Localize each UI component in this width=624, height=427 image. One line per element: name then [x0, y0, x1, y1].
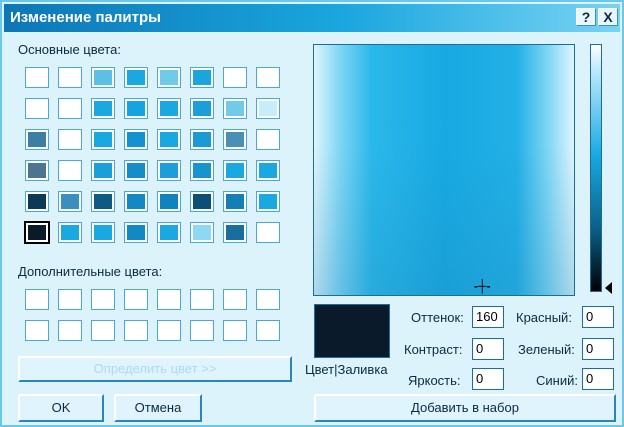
custom-color-swatch[interactable]: [25, 289, 49, 310]
basic-color-swatch[interactable]: [124, 191, 148, 212]
basic-color-swatch[interactable]: [223, 222, 247, 243]
custom-color-swatch[interactable]: [256, 320, 280, 341]
basic-color-swatch[interactable]: [256, 222, 280, 243]
basic-color-swatch[interactable]: [25, 191, 49, 212]
basic-color-swatch[interactable]: [124, 67, 148, 88]
custom-color-swatch[interactable]: [190, 289, 214, 310]
basic-color-swatch[interactable]: [124, 129, 148, 150]
basic-color-swatch[interactable]: [256, 191, 280, 212]
custom-color-swatch[interactable]: [58, 289, 82, 310]
basic-color-swatch[interactable]: [190, 222, 214, 243]
basic-color-swatch[interactable]: [157, 67, 181, 88]
red-label: Красный:: [516, 310, 572, 325]
lum-label: Яркость:: [408, 373, 461, 388]
basic-color-swatch[interactable]: [124, 222, 148, 243]
basic-color-swatch[interactable]: [190, 129, 214, 150]
basic-color-swatch[interactable]: [25, 67, 49, 88]
basic-color-swatch[interactable]: [157, 129, 181, 150]
color-preview: [314, 304, 390, 358]
custom-color-swatch[interactable]: [256, 289, 280, 310]
basic-color-swatch[interactable]: [58, 67, 82, 88]
basic-color-swatch[interactable]: [24, 221, 50, 244]
green-label: Зеленый:: [518, 342, 575, 357]
basic-color-swatch[interactable]: [124, 98, 148, 119]
sat-field[interactable]: 0: [472, 338, 504, 360]
sat-label: Контраст:: [404, 342, 463, 357]
basic-color-swatch[interactable]: [256, 67, 280, 88]
add-to-custom-colors-button[interactable]: Добавить в набор: [314, 394, 616, 422]
basic-color-swatch[interactable]: [58, 160, 82, 181]
basic-color-swatch[interactable]: [91, 222, 115, 243]
custom-color-swatch[interactable]: [223, 289, 247, 310]
crosshair-icon: -┼-: [474, 279, 491, 293]
custom-color-swatch[interactable]: [157, 289, 181, 310]
color-spectrum[interactable]: -┼-: [313, 44, 575, 296]
basic-color-swatch[interactable]: [223, 191, 247, 212]
basic-color-swatch[interactable]: [223, 67, 247, 88]
basic-color-swatch[interactable]: [223, 98, 247, 119]
define-custom-colors-button: Определить цвет >>: [18, 356, 292, 382]
basic-color-swatch[interactable]: [91, 98, 115, 119]
luminosity-slider[interactable]: [590, 44, 602, 292]
custom-color-swatch[interactable]: [124, 320, 148, 341]
basic-color-swatch[interactable]: [256, 160, 280, 181]
blue-field[interactable]: 0: [582, 368, 614, 390]
custom-color-swatch[interactable]: [190, 320, 214, 341]
basic-color-swatch[interactable]: [91, 67, 115, 88]
window-title: Изменение палитры: [10, 9, 161, 26]
basic-color-swatch[interactable]: [25, 160, 49, 181]
basic-color-swatch[interactable]: [124, 160, 148, 181]
help-button[interactable]: ?: [576, 8, 596, 26]
green-field[interactable]: 0: [582, 338, 614, 360]
basic-color-swatch[interactable]: [223, 129, 247, 150]
basic-color-swatch[interactable]: [190, 98, 214, 119]
basic-color-swatch[interactable]: [91, 160, 115, 181]
basic-color-swatch[interactable]: [256, 129, 280, 150]
basic-color-swatch[interactable]: [190, 160, 214, 181]
custom-color-swatch[interactable]: [58, 320, 82, 341]
custom-color-swatch[interactable]: [25, 320, 49, 341]
custom-color-swatch[interactable]: [157, 320, 181, 341]
basic-color-swatch[interactable]: [91, 191, 115, 212]
basic-color-swatch[interactable]: [58, 129, 82, 150]
custom-color-swatch[interactable]: [124, 289, 148, 310]
blue-label: Синий:: [536, 373, 578, 388]
lum-field[interactable]: 0: [472, 368, 504, 390]
custom-colors-label: Дополнительные цвета:: [18, 264, 163, 279]
basic-color-swatch[interactable]: [91, 129, 115, 150]
title-bar[interactable]: Изменение палитры ? X: [4, 4, 620, 32]
basic-color-swatch[interactable]: [157, 160, 181, 181]
basic-color-swatch[interactable]: [157, 222, 181, 243]
luminosity-arrow-icon[interactable]: [605, 282, 612, 294]
basic-color-swatch[interactable]: [157, 191, 181, 212]
basic-color-swatch[interactable]: [190, 191, 214, 212]
basic-color-swatch[interactable]: [223, 160, 247, 181]
basic-color-swatch[interactable]: [58, 222, 82, 243]
edit-colors-dialog: Изменение палитры ? X Основные цвета: До…: [0, 0, 624, 427]
close-button[interactable]: X: [598, 8, 618, 26]
hue-field[interactable]: 160: [472, 306, 504, 328]
color-solid-label: Цвет|Заливка: [305, 362, 388, 377]
basic-color-swatch[interactable]: [190, 67, 214, 88]
ok-button[interactable]: OK: [18, 394, 104, 422]
basic-color-swatch[interactable]: [58, 191, 82, 212]
red-field[interactable]: 0: [582, 306, 614, 328]
custom-color-swatch[interactable]: [91, 320, 115, 341]
basic-colors-label: Основные цвета:: [18, 42, 121, 57]
custom-color-swatch[interactable]: [91, 289, 115, 310]
custom-color-swatch[interactable]: [223, 320, 247, 341]
basic-color-swatch[interactable]: [157, 98, 181, 119]
basic-color-swatch[interactable]: [256, 98, 280, 119]
basic-color-swatch[interactable]: [58, 98, 82, 119]
basic-color-swatch[interactable]: [25, 129, 49, 150]
hue-label: Оттенок:: [411, 310, 464, 325]
basic-color-swatch[interactable]: [25, 98, 49, 119]
cancel-button[interactable]: Отмена: [114, 394, 202, 422]
